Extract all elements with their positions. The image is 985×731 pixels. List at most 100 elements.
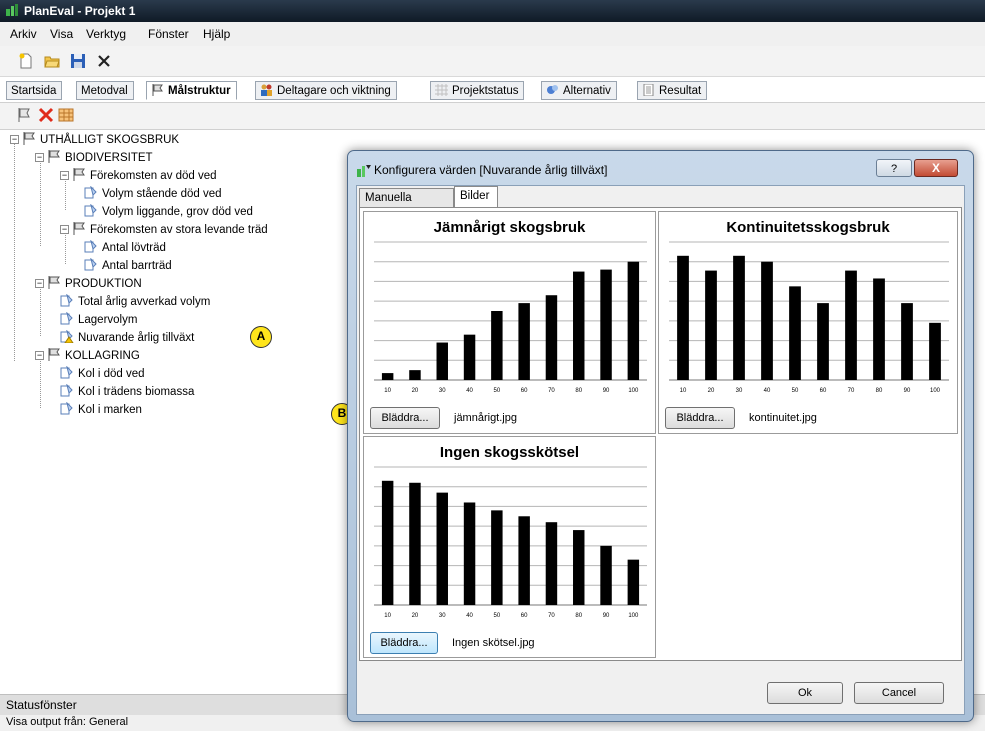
ok-button[interactable]: Ok [767, 682, 843, 704]
x-tick-label: 70 [548, 388, 555, 394]
open-folder-icon[interactable] [44, 53, 60, 69]
tab-manuella-varden[interactable]: Manuella värden [359, 188, 454, 223]
tree-node-root[interactable]: − UTHÅLLIGT SKOGSBRUK [10, 132, 179, 149]
x-tick-label: 70 [548, 613, 555, 619]
tree-node[interactable]: Antal lövträd [84, 240, 166, 257]
chart-title: Ingen skogsskötsel [440, 444, 579, 461]
criterion-icon [60, 312, 73, 325]
save-icon[interactable] [70, 53, 86, 69]
tree-node[interactable]: Kol i marken [60, 402, 142, 419]
x-tick-label: 60 [820, 388, 827, 394]
x-tick-label: 70 [848, 388, 855, 394]
delete-icon[interactable] [38, 107, 54, 123]
cancel-button[interactable]: Cancel [854, 682, 944, 704]
tab-projektstatus[interactable]: Projektstatus [430, 81, 525, 100]
tree-node-selected[interactable]: Nuvarande årlig tillväxt [60, 330, 194, 347]
callout-a: A [250, 326, 272, 348]
x-tick-label: 10 [384, 388, 391, 394]
criterion-icon [84, 204, 97, 217]
tree-node[interactable]: Volym liggande, grov död ved [84, 204, 253, 221]
collapse-icon[interactable]: − [60, 171, 69, 180]
tree-node-label: Total årlig avverkad volym [78, 296, 211, 308]
tree-node[interactable]: Kol i trädens biomassa [60, 384, 194, 401]
tree-node-label: Volym stående död ved [102, 188, 222, 200]
tree-node-label: BIODIVERSITET [65, 152, 153, 164]
bar [705, 270, 717, 380]
image-filename: kontinuitet.jpg [749, 412, 817, 424]
tree-node[interactable]: − Förekomsten av död ved [60, 168, 217, 185]
bar [600, 545, 612, 605]
tree-node[interactable]: Kol i död ved [60, 366, 145, 383]
tree-node[interactable]: − BIODIVERSITET [35, 150, 153, 167]
goal-tree: − UTHÅLLIGT SKOGSBRUK − BIODIVERSITET − För… [10, 132, 340, 432]
menu-arkiv[interactable]: Arkiv [10, 27, 37, 41]
x-tick-label: 80 [876, 388, 883, 394]
bar [436, 342, 448, 380]
flag-icon [152, 84, 163, 96]
tree-node[interactable]: Lagervolym [60, 312, 137, 329]
x-tick-label: 20 [412, 388, 419, 394]
dialog-app-icon [357, 165, 371, 177]
table-icon[interactable] [58, 107, 74, 123]
image-filename: jämnårigt.jpg [454, 412, 517, 424]
bar [381, 480, 394, 605]
tab-label: Deltagare och viktning [277, 85, 391, 97]
chart-title: Jämnårigt skogsbruk [434, 219, 586, 236]
tab-startsida[interactable]: Startsida [6, 81, 63, 100]
menu-fonster[interactable]: Fönster [148, 27, 189, 41]
tab-label: Metodval [81, 85, 128, 97]
menu-visa[interactable]: Visa [50, 27, 73, 41]
bar [600, 269, 612, 380]
x-tick-label: 10 [384, 613, 391, 619]
images-tab-body: Jämnårigt skogsbruk 10 20 30 40 50 60 70 80 90 100… [359, 207, 962, 661]
dialog-close-button[interactable]: X [914, 159, 958, 177]
tree-node[interactable]: Antal barrträd [84, 258, 172, 275]
tree-node-label: Förekomsten av stora levande träd [90, 224, 268, 236]
x-tick-label: 30 [439, 388, 446, 394]
criterion-warning-icon [60, 330, 74, 343]
tab-deltagare[interactable]: Deltagare och viktning [255, 81, 397, 100]
x-tick-label: 80 [575, 613, 582, 619]
browse-button[interactable]: Bläddra... [370, 407, 440, 429]
collapse-icon[interactable]: − [35, 279, 44, 288]
collapse-icon[interactable]: − [35, 351, 44, 360]
tree-node[interactable]: − Förekomsten av stora levande träd [60, 222, 268, 239]
tree-node-label: Lagervolym [78, 314, 138, 326]
help-button[interactable]: ? [876, 159, 912, 177]
bar [545, 522, 558, 605]
tree-node[interactable]: Total årlig avverkad volym [60, 294, 210, 311]
tree-node[interactable]: Volym stående död ved [84, 186, 222, 203]
tree-connector [40, 158, 41, 246]
bar [627, 261, 640, 380]
add-flag-icon[interactable] [16, 107, 32, 123]
x-tick-label: 50 [494, 388, 501, 394]
dialog-client: Manuella värden Bilder Jämnårigt skogsbr… [356, 185, 965, 715]
bar [381, 373, 394, 380]
tab-alternativ[interactable]: Alternativ [541, 81, 617, 100]
flag-icon [23, 132, 35, 145]
tree-node[interactable]: − KOLLAGRING [35, 348, 140, 365]
status-output-label: Visa output från: General [6, 716, 129, 728]
bar [929, 322, 941, 380]
tab-bilder[interactable]: Bilder [454, 186, 498, 208]
grid-icon [435, 84, 448, 96]
criterion-icon [60, 384, 73, 397]
collapse-icon[interactable]: − [10, 135, 19, 144]
browse-button[interactable]: Bläddra... [665, 407, 735, 429]
bar [545, 295, 558, 380]
tab-malstruktur[interactable]: Målstruktur [146, 81, 237, 100]
new-icon[interactable] [18, 53, 34, 69]
menu-verktyg[interactable]: Verktyg [86, 27, 126, 41]
tab-metodval[interactable]: Metodval [76, 81, 134, 100]
browse-button[interactable]: Bläddra... [370, 632, 438, 654]
close-x-icon[interactable] [96, 53, 112, 69]
tab-resultat[interactable]: Resultat [637, 81, 708, 100]
tree-node[interactable]: − PRODUKTION [35, 276, 142, 293]
tree-node-label: UTHÅLLIGT SKOGSBRUK [40, 134, 180, 146]
collapse-icon[interactable]: − [35, 153, 44, 162]
x-tick-label: 90 [603, 388, 610, 394]
tab-label: Alternativ [563, 85, 611, 97]
collapse-icon[interactable]: − [60, 225, 69, 234]
bar [733, 255, 745, 380]
menu-hjalp[interactable]: Hjälp [203, 27, 230, 41]
